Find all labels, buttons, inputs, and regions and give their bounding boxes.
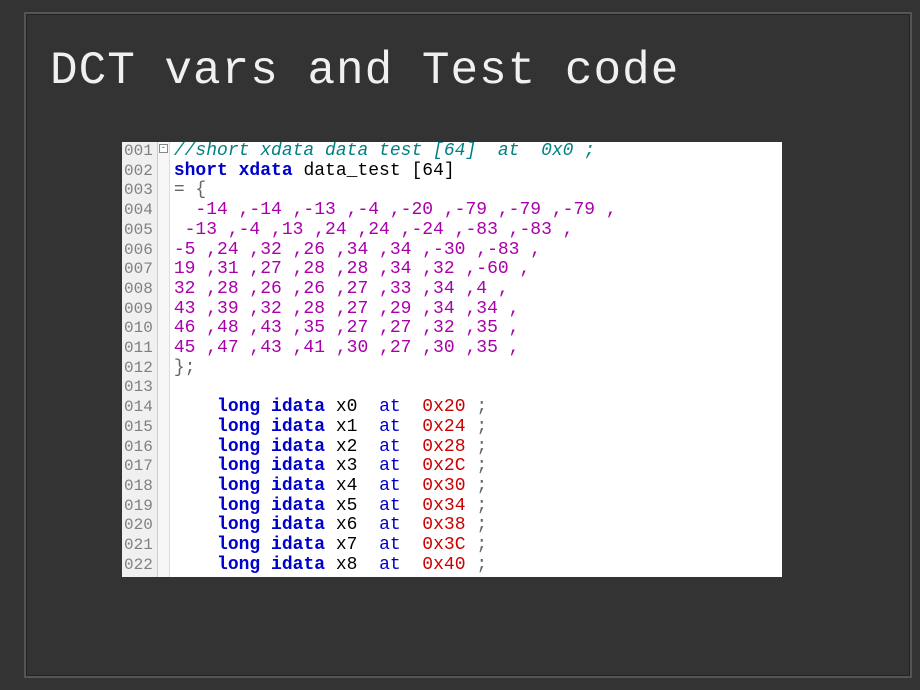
line-number: 011 [124, 339, 155, 359]
line-number: 005 [124, 221, 155, 241]
code-line: 32 ,28 ,26 ,26 ,27 ,33 ,34 ,4 , [174, 280, 617, 300]
line-number: 006 [124, 241, 155, 261]
line-number: 020 [124, 516, 155, 536]
line-number: 012 [124, 359, 155, 379]
code-line: short xdata data_test [64] [174, 162, 617, 182]
line-number: 008 [124, 280, 155, 300]
code-line: 43 ,39 ,32 ,28 ,27 ,29 ,34 ,34 , [174, 300, 617, 320]
line-number: 010 [124, 319, 155, 339]
code-line [174, 378, 617, 398]
code-line: long idata x6 at 0x38 ; [174, 516, 617, 536]
line-number-gutter: 0010020030040050060070080090100110120130… [122, 142, 158, 577]
code-line: long idata x3 at 0x2C ; [174, 457, 617, 477]
line-number: 022 [124, 556, 155, 576]
line-number: 001 [124, 142, 155, 162]
code-line: long idata x7 at 0x3C ; [174, 536, 617, 556]
line-number: 015 [124, 418, 155, 438]
line-number: 013 [124, 378, 155, 398]
line-number: 009 [124, 300, 155, 320]
code-line: //short xdata data test [64] at 0x0 ; [174, 142, 617, 162]
line-number: 004 [124, 201, 155, 221]
code-line: long idata x5 at 0x34 ; [174, 497, 617, 517]
code-line: = { [174, 181, 617, 201]
code-line: long idata x4 at 0x30 ; [174, 477, 617, 497]
code-line: long idata x2 at 0x28 ; [174, 438, 617, 458]
line-number: 018 [124, 477, 155, 497]
code-line: }; [174, 359, 617, 379]
code-line: 46 ,48 ,43 ,35 ,27 ,27 ,32 ,35 , [174, 319, 617, 339]
fold-gutter: - [158, 142, 170, 577]
code-line: 45 ,47 ,43 ,41 ,30 ,27 ,30 ,35 , [174, 339, 617, 359]
code-line: long idata x8 at 0x40 ; [174, 556, 617, 576]
line-number: 002 [124, 162, 155, 182]
line-number: 014 [124, 398, 155, 418]
line-number: 021 [124, 536, 155, 556]
line-number: 016 [124, 438, 155, 458]
line-number: 019 [124, 497, 155, 517]
code-line: 19 ,31 ,27 ,28 ,28 ,34 ,32 ,-60 , [174, 260, 617, 280]
code-line: -13 ,-4 ,13 ,24 ,24 ,-24 ,-83 ,-83 , [174, 221, 617, 241]
line-number: 017 [124, 457, 155, 477]
fold-minus-icon[interactable]: - [159, 144, 168, 153]
code-line: -5 ,24 ,32 ,26 ,34 ,34 ,-30 ,-83 , [174, 241, 617, 261]
slide-title: DCT vars and Test code [50, 45, 679, 97]
code-line: long idata x0 at 0x20 ; [174, 398, 617, 418]
code-line: long idata x1 at 0x24 ; [174, 418, 617, 438]
line-number: 003 [124, 181, 155, 201]
code-editor: 0010020030040050060070080090100110120130… [122, 142, 782, 577]
line-number: 007 [124, 260, 155, 280]
code-content: //short xdata data test [64] at 0x0 ;sho… [170, 142, 617, 577]
code-line: -14 ,-14 ,-13 ,-4 ,-20 ,-79 ,-79 ,-79 , [174, 201, 617, 221]
